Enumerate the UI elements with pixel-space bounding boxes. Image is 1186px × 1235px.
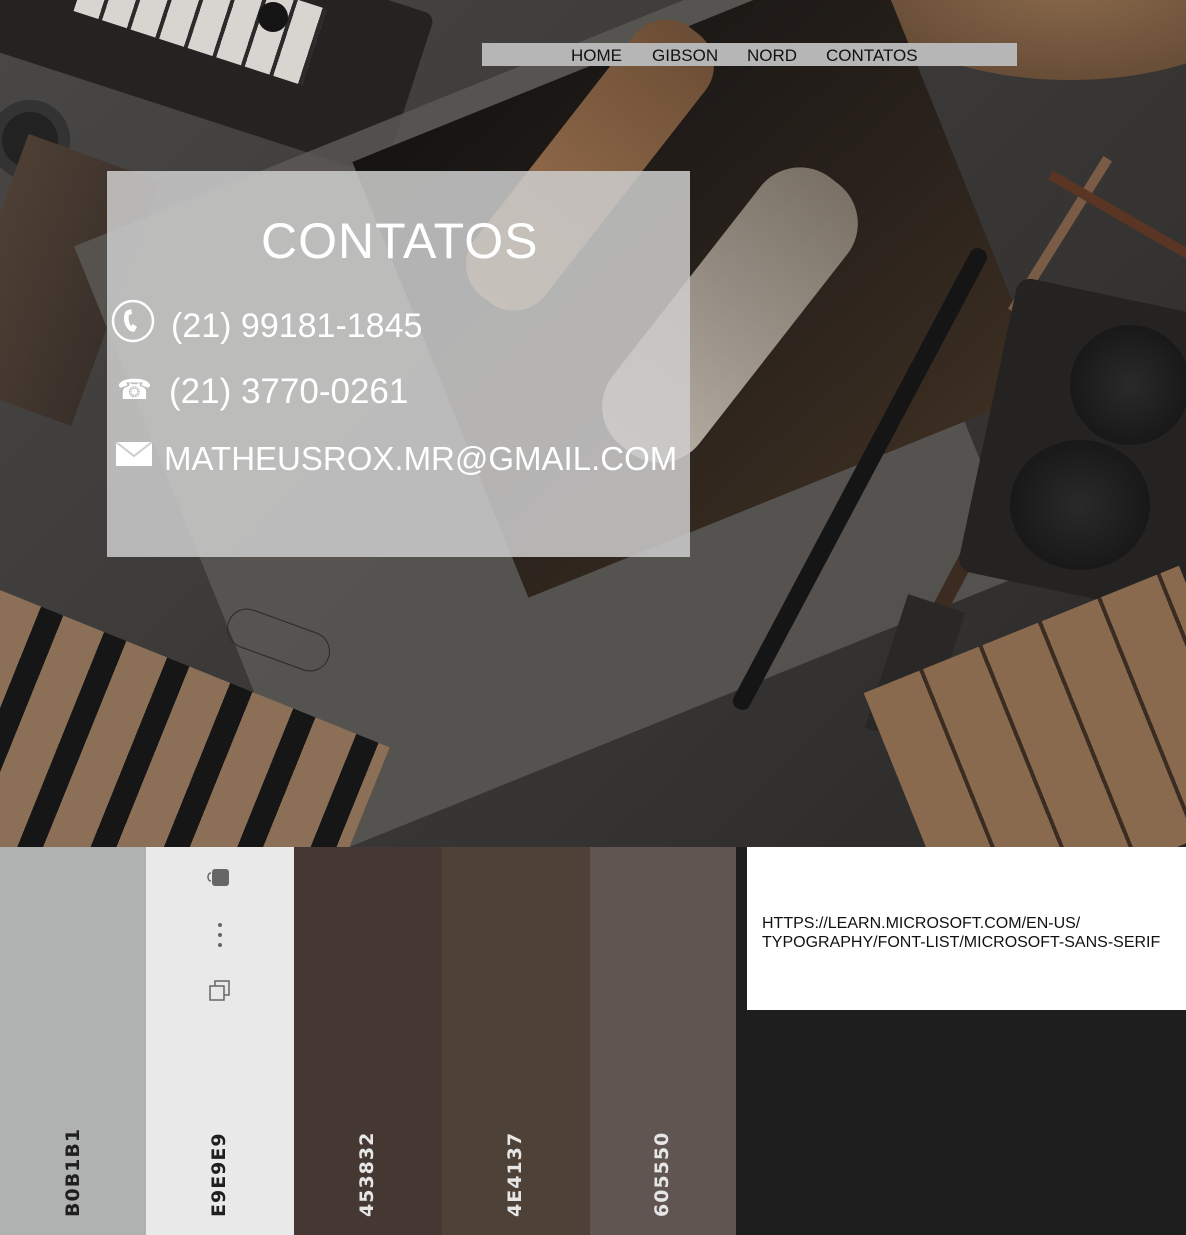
contact-landline-text: (21) 3770-0261 xyxy=(169,372,409,411)
nav-link-home[interactable]: HOME xyxy=(571,46,622,66)
swatch-code: B0B1B1 xyxy=(62,1127,84,1217)
nav-link-gibson[interactable]: GIBSON xyxy=(652,46,718,66)
swatch-code: E9E9E9 xyxy=(208,1132,230,1217)
contact-title: CONTATOS xyxy=(261,213,539,269)
contact-row-mobile: (21) 99181-1845 xyxy=(107,297,690,345)
swatch-code: 4E4137 xyxy=(504,1131,526,1217)
contact-row-landline: ☎ (21) 3770-0261 xyxy=(107,367,690,415)
dark-background-panel xyxy=(736,1010,1186,1235)
contact-email-link[interactable]: MATHEUSROX.MR@GMAIL.COM xyxy=(164,440,677,478)
telephone-icon: ☎ xyxy=(117,374,152,405)
contact-row-email: MATHEUSROX.MR@GMAIL.COM xyxy=(107,435,690,483)
font-reference-line-2: TYPOGRAPHY/FONT-LIST/MICROSOFT-SANS-SERI… xyxy=(762,934,1161,951)
palette-swatch: E9E9E9 xyxy=(146,847,294,1235)
palette-swatch: 453832 xyxy=(294,847,442,1235)
drum-pad-decoration xyxy=(1010,440,1150,570)
font-reference-link[interactable]: HTTPS://LEARN.MICROSOFT.COM/EN-US/ TYPOG… xyxy=(762,914,1160,952)
font-reference-line-1: HTTPS://LEARN.MICROSOFT.COM/EN-US/ xyxy=(762,915,1081,932)
mobile-phone-icon xyxy=(111,299,155,343)
knob-decoration xyxy=(258,2,288,32)
font-reference-box: HTTPS://LEARN.MICROSOFT.COM/EN-US/ TYPOG… xyxy=(747,847,1186,1010)
drum-pad-decoration xyxy=(1070,325,1186,445)
palette-swatch: 605550 xyxy=(590,847,736,1235)
nav-link-nord[interactable]: NORD xyxy=(747,46,797,66)
duplicate-icon[interactable] xyxy=(205,976,235,1006)
contact-card: CONTATOS (21) 99181-1845 ☎ (21) 3770-026… xyxy=(107,171,690,557)
swatch-code: 453832 xyxy=(356,1131,378,1217)
palette-swatch: B0B1B1 xyxy=(0,847,148,1235)
nav-link-contatos[interactable]: CONTATOS xyxy=(826,46,918,66)
main-nav: HOME GIBSON NORD CONTATOS xyxy=(482,43,1017,66)
tag-icon[interactable] xyxy=(205,864,235,894)
contact-mobile-text: (21) 99181-1845 xyxy=(171,307,423,345)
envelope-icon xyxy=(115,439,155,469)
palette-swatch: 4E4137 xyxy=(442,847,590,1235)
swatch-code: 605550 xyxy=(651,1131,673,1217)
more-vertical-icon[interactable] xyxy=(205,920,235,950)
